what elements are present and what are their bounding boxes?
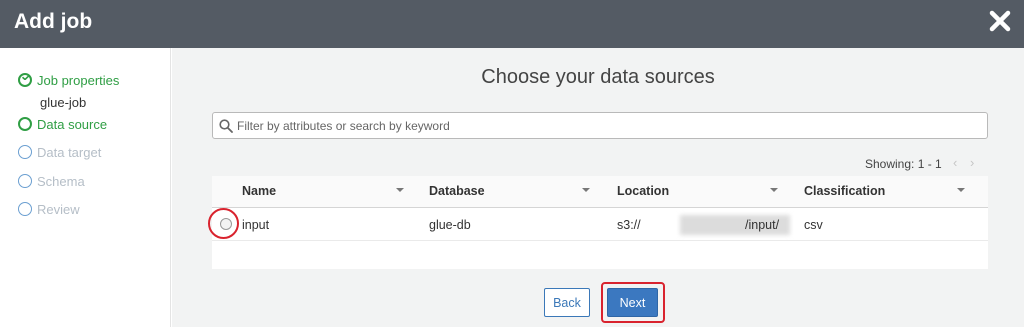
sidebar-step-data-source[interactable]: Data source (18, 114, 107, 134)
prev-page-icon[interactable]: ‹ (953, 155, 957, 170)
search-box[interactable] (212, 112, 988, 139)
next-highlight-annotation (601, 282, 665, 323)
column-header-location[interactable]: Location (617, 184, 669, 198)
sort-icon[interactable] (396, 188, 404, 192)
column-header-name[interactable]: Name (242, 184, 276, 198)
check-circle-icon (18, 73, 32, 87)
sort-icon[interactable] (582, 188, 590, 192)
cell-name: input (242, 218, 270, 232)
cell-location-suffix: /input/ (745, 218, 780, 232)
circle-icon (18, 174, 32, 188)
cell-location-prefix: s3:// (617, 218, 641, 232)
search-input[interactable] (237, 116, 977, 136)
pagination-status: Showing: 1 - 1 (865, 157, 942, 171)
step-label: Data target (37, 144, 102, 160)
sort-icon[interactable] (957, 188, 965, 192)
column-header-database[interactable]: Database (429, 184, 485, 198)
cell-classification: csv (804, 218, 823, 232)
back-button[interactable]: Back (544, 288, 590, 317)
sidebar-step-schema[interactable]: Schema (18, 171, 85, 191)
cell-database: glue-db (429, 218, 471, 232)
wizard-sidebar: Job properties glue-job Data source Data… (0, 48, 171, 327)
sidebar-step-data-target[interactable]: Data target (18, 142, 101, 162)
close-icon[interactable] (988, 9, 1012, 33)
step-label: Data source (37, 116, 108, 132)
sidebar-step-job-properties[interactable]: Job properties (18, 70, 119, 90)
circle-icon (18, 117, 32, 131)
sidebar-step-review[interactable]: Review (18, 199, 80, 219)
modal-header: Add job (0, 0, 1024, 48)
table-row[interactable]: input glue-db s3:// /input/ csv (212, 209, 988, 241)
step-label: Schema (37, 173, 85, 189)
table-header: Name Database Location Classification (212, 176, 988, 208)
circle-icon (18, 202, 32, 216)
column-header-classification[interactable]: Classification (804, 184, 885, 198)
next-page-icon[interactable]: › (970, 155, 974, 170)
search-icon (219, 119, 233, 133)
modal-title: Add job (14, 10, 93, 33)
sort-icon[interactable] (770, 188, 778, 192)
page-heading: Choose your data sources (481, 66, 715, 88)
step-label: Review (37, 201, 80, 217)
radio-highlight-annotation (208, 208, 239, 239)
step-label: Job properties (37, 72, 120, 88)
main-panel: Choose your data sources Showing: 1 - 1 … (172, 48, 1024, 327)
job-name-label: glue-job (40, 95, 87, 110)
circle-icon (18, 145, 32, 159)
data-sources-table: Name Database Location Classification in… (212, 176, 988, 269)
